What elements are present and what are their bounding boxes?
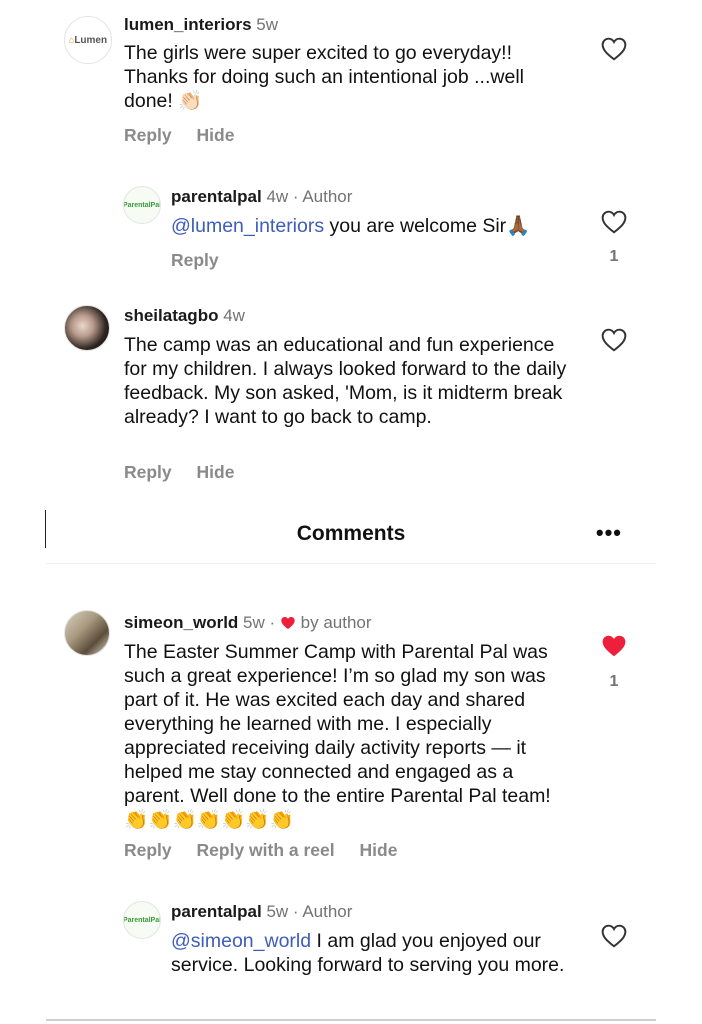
reply-button[interactable]: Reply bbox=[171, 250, 219, 270]
avatar-logo-text: Lumen bbox=[74, 34, 108, 46]
username[interactable]: sheilatagbo bbox=[124, 306, 218, 325]
like-heart-icon[interactable] bbox=[601, 924, 627, 948]
reply-button[interactable]: Reply bbox=[124, 125, 172, 145]
like-count: 1 bbox=[609, 248, 619, 265]
comment-actions: Reply bbox=[171, 250, 239, 271]
bottom-divider bbox=[46, 1019, 656, 1021]
hide-button[interactable]: Hide bbox=[197, 462, 235, 482]
avatar[interactable]: ParentalPal bbox=[123, 186, 161, 224]
avatar[interactable] bbox=[64, 305, 110, 351]
liked-heart-icon[interactable] bbox=[601, 634, 627, 658]
avatar[interactable]: ParentalPal bbox=[123, 901, 161, 939]
timestamp: 5w bbox=[256, 15, 279, 34]
timestamp: 5w · bbox=[243, 613, 276, 632]
comment-meta: sheilatagbo 4w bbox=[124, 306, 245, 326]
comment-meta: simeon_world 5w · by author bbox=[124, 613, 372, 633]
like-heart-icon[interactable] bbox=[601, 37, 627, 61]
hide-button[interactable]: Hide bbox=[360, 840, 398, 860]
timestamp-author: 5w · Author bbox=[266, 902, 353, 921]
comment-text: The Easter Summer Camp with Parental Pal… bbox=[124, 641, 551, 831]
reply-with-reel-button[interactable]: Reply with a reel bbox=[197, 840, 335, 860]
mention-link[interactable]: @simeon_world bbox=[171, 930, 311, 952]
username[interactable]: parentalpal bbox=[171, 902, 262, 921]
reply-button[interactable]: Reply bbox=[124, 462, 172, 482]
reply-button[interactable]: Reply bbox=[124, 840, 172, 860]
comment-text: @simeon_world I am glad you enjoyed our … bbox=[171, 929, 581, 977]
comment-text: @lumen_interiors you are welcome Sir🙏🏾 bbox=[171, 214, 591, 238]
mention-link[interactable]: @lumen_interiors bbox=[171, 215, 324, 237]
username[interactable]: lumen_interiors bbox=[124, 15, 252, 34]
comment-actions: Reply Hide bbox=[124, 462, 254, 483]
username[interactable]: simeon_world bbox=[124, 613, 238, 632]
page-title: Comments bbox=[296, 522, 406, 545]
comment-actions: Reply Hide bbox=[124, 125, 254, 146]
like-count: 1 bbox=[609, 673, 619, 690]
username[interactable]: parentalpal bbox=[171, 187, 262, 206]
more-options-icon[interactable]: ••• bbox=[596, 520, 622, 546]
comment-meta: lumen_interiors 5w bbox=[124, 15, 278, 35]
comment-text: The girls were super excited to go every… bbox=[124, 42, 524, 112]
timestamp-author: 4w · Author bbox=[266, 187, 353, 206]
like-heart-icon[interactable] bbox=[601, 328, 627, 352]
comment-text: The camp was an educational and fun expe… bbox=[124, 334, 567, 428]
avatar[interactable] bbox=[64, 610, 110, 656]
liked-by-author-heart-icon bbox=[281, 616, 295, 630]
like-heart-icon[interactable] bbox=[601, 210, 627, 234]
timestamp: 4w bbox=[223, 306, 245, 325]
avatar[interactable]: ⌂ Lumen bbox=[64, 16, 112, 64]
comment-body: you are welcome Sir🙏🏾 bbox=[324, 215, 531, 237]
by-author-label: by author bbox=[300, 613, 372, 632]
comment-meta: parentalpal 5w · Author bbox=[171, 902, 352, 922]
comments-sheet-header: Comments ••• bbox=[46, 506, 656, 564]
comment-meta: parentalpal 4w · Author bbox=[171, 187, 352, 207]
comment-actions: Reply Reply with a reel Hide bbox=[124, 840, 417, 861]
hide-button[interactable]: Hide bbox=[197, 125, 235, 145]
